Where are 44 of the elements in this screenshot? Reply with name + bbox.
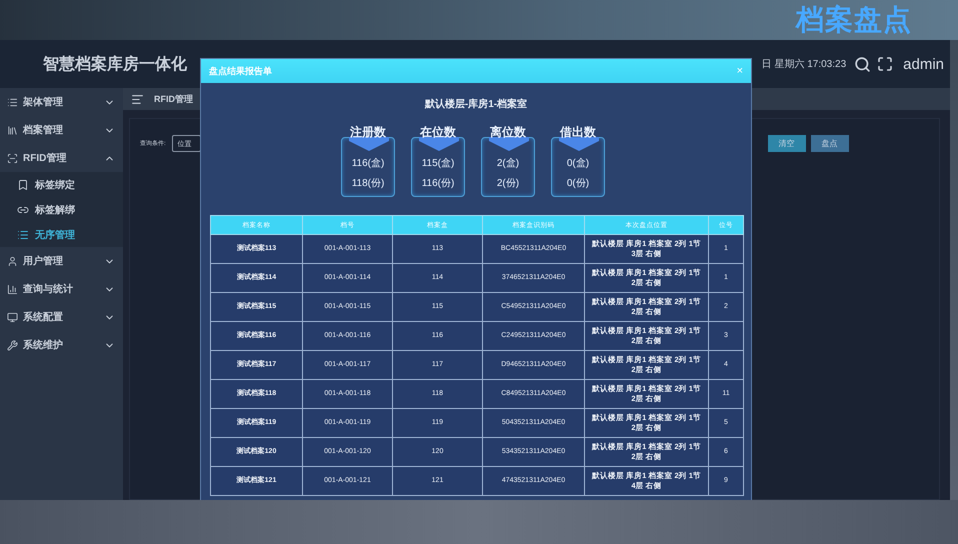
- user-name[interactable]: admin: [903, 56, 944, 72]
- box-count: 0(盒): [566, 156, 590, 170]
- stat-label: 离位数: [489, 124, 527, 141]
- app-title: 智慧档案库房一体化: [43, 54, 187, 74]
- menu-item[interactable]: 架体管理: [0, 88, 123, 116]
- scan-icon: [7, 152, 18, 164]
- dialog-title: 盘点结果报告单: [209, 64, 273, 78]
- submenu-item[interactable]: 无序管理: [0, 222, 123, 247]
- copy-count: 2(份): [496, 177, 520, 190]
- menu-item[interactable]: 档案管理: [0, 116, 123, 144]
- monitor-icon: [7, 312, 18, 322]
- bookmark-icon: [17, 178, 29, 190]
- stat-label: 注册数: [349, 124, 387, 141]
- menu-item[interactable]: 查询与统计: [0, 275, 123, 303]
- chevron-icon: [559, 137, 599, 151]
- menu-item[interactable]: 系统维护: [0, 331, 123, 359]
- menu-item[interactable]: 系统配置: [0, 303, 123, 331]
- copy-count: 116(份): [422, 177, 454, 190]
- wrench-icon: [7, 340, 18, 350]
- box-count: 2(盒): [496, 156, 520, 170]
- menu-item[interactable]: 用户管理: [0, 247, 123, 275]
- video-caption: 档案盘点: [796, 3, 912, 37]
- chevron-icon: [349, 137, 389, 151]
- stat-label: 借出数: [558, 124, 597, 141]
- box-count: 116(盒): [352, 156, 384, 170]
- chevron-icon: [419, 137, 459, 151]
- date-time: 日 星期六 17:03:23: [762, 58, 846, 71]
- menu-icon[interactable]: [131, 92, 144, 106]
- submenu-item[interactable]: 标签解绑: [0, 197, 123, 222]
- copy-count: 118(份): [352, 177, 384, 190]
- search-icon[interactable]: [854, 56, 872, 72]
- stat-label: 在位数: [418, 124, 457, 141]
- menu-item[interactable]: RFID管理: [0, 144, 123, 172]
- user-icon: [7, 256, 18, 266]
- chevron-icon: [489, 137, 529, 151]
- box-count: 115(盒): [422, 156, 454, 170]
- submenu-item[interactable]: 标签绑定: [0, 172, 123, 197]
- page-tab[interactable]: RFID管理: [154, 92, 193, 106]
- chart-icon: [7, 284, 18, 294]
- location-title: 默认楼层-库房1-档案室: [424, 97, 528, 111]
- library-icon: [7, 124, 18, 136]
- inventory-button[interactable]: 盘点: [810, 135, 849, 152]
- fullscreen-icon[interactable]: [877, 56, 894, 72]
- copy-count: 0(份): [566, 177, 590, 190]
